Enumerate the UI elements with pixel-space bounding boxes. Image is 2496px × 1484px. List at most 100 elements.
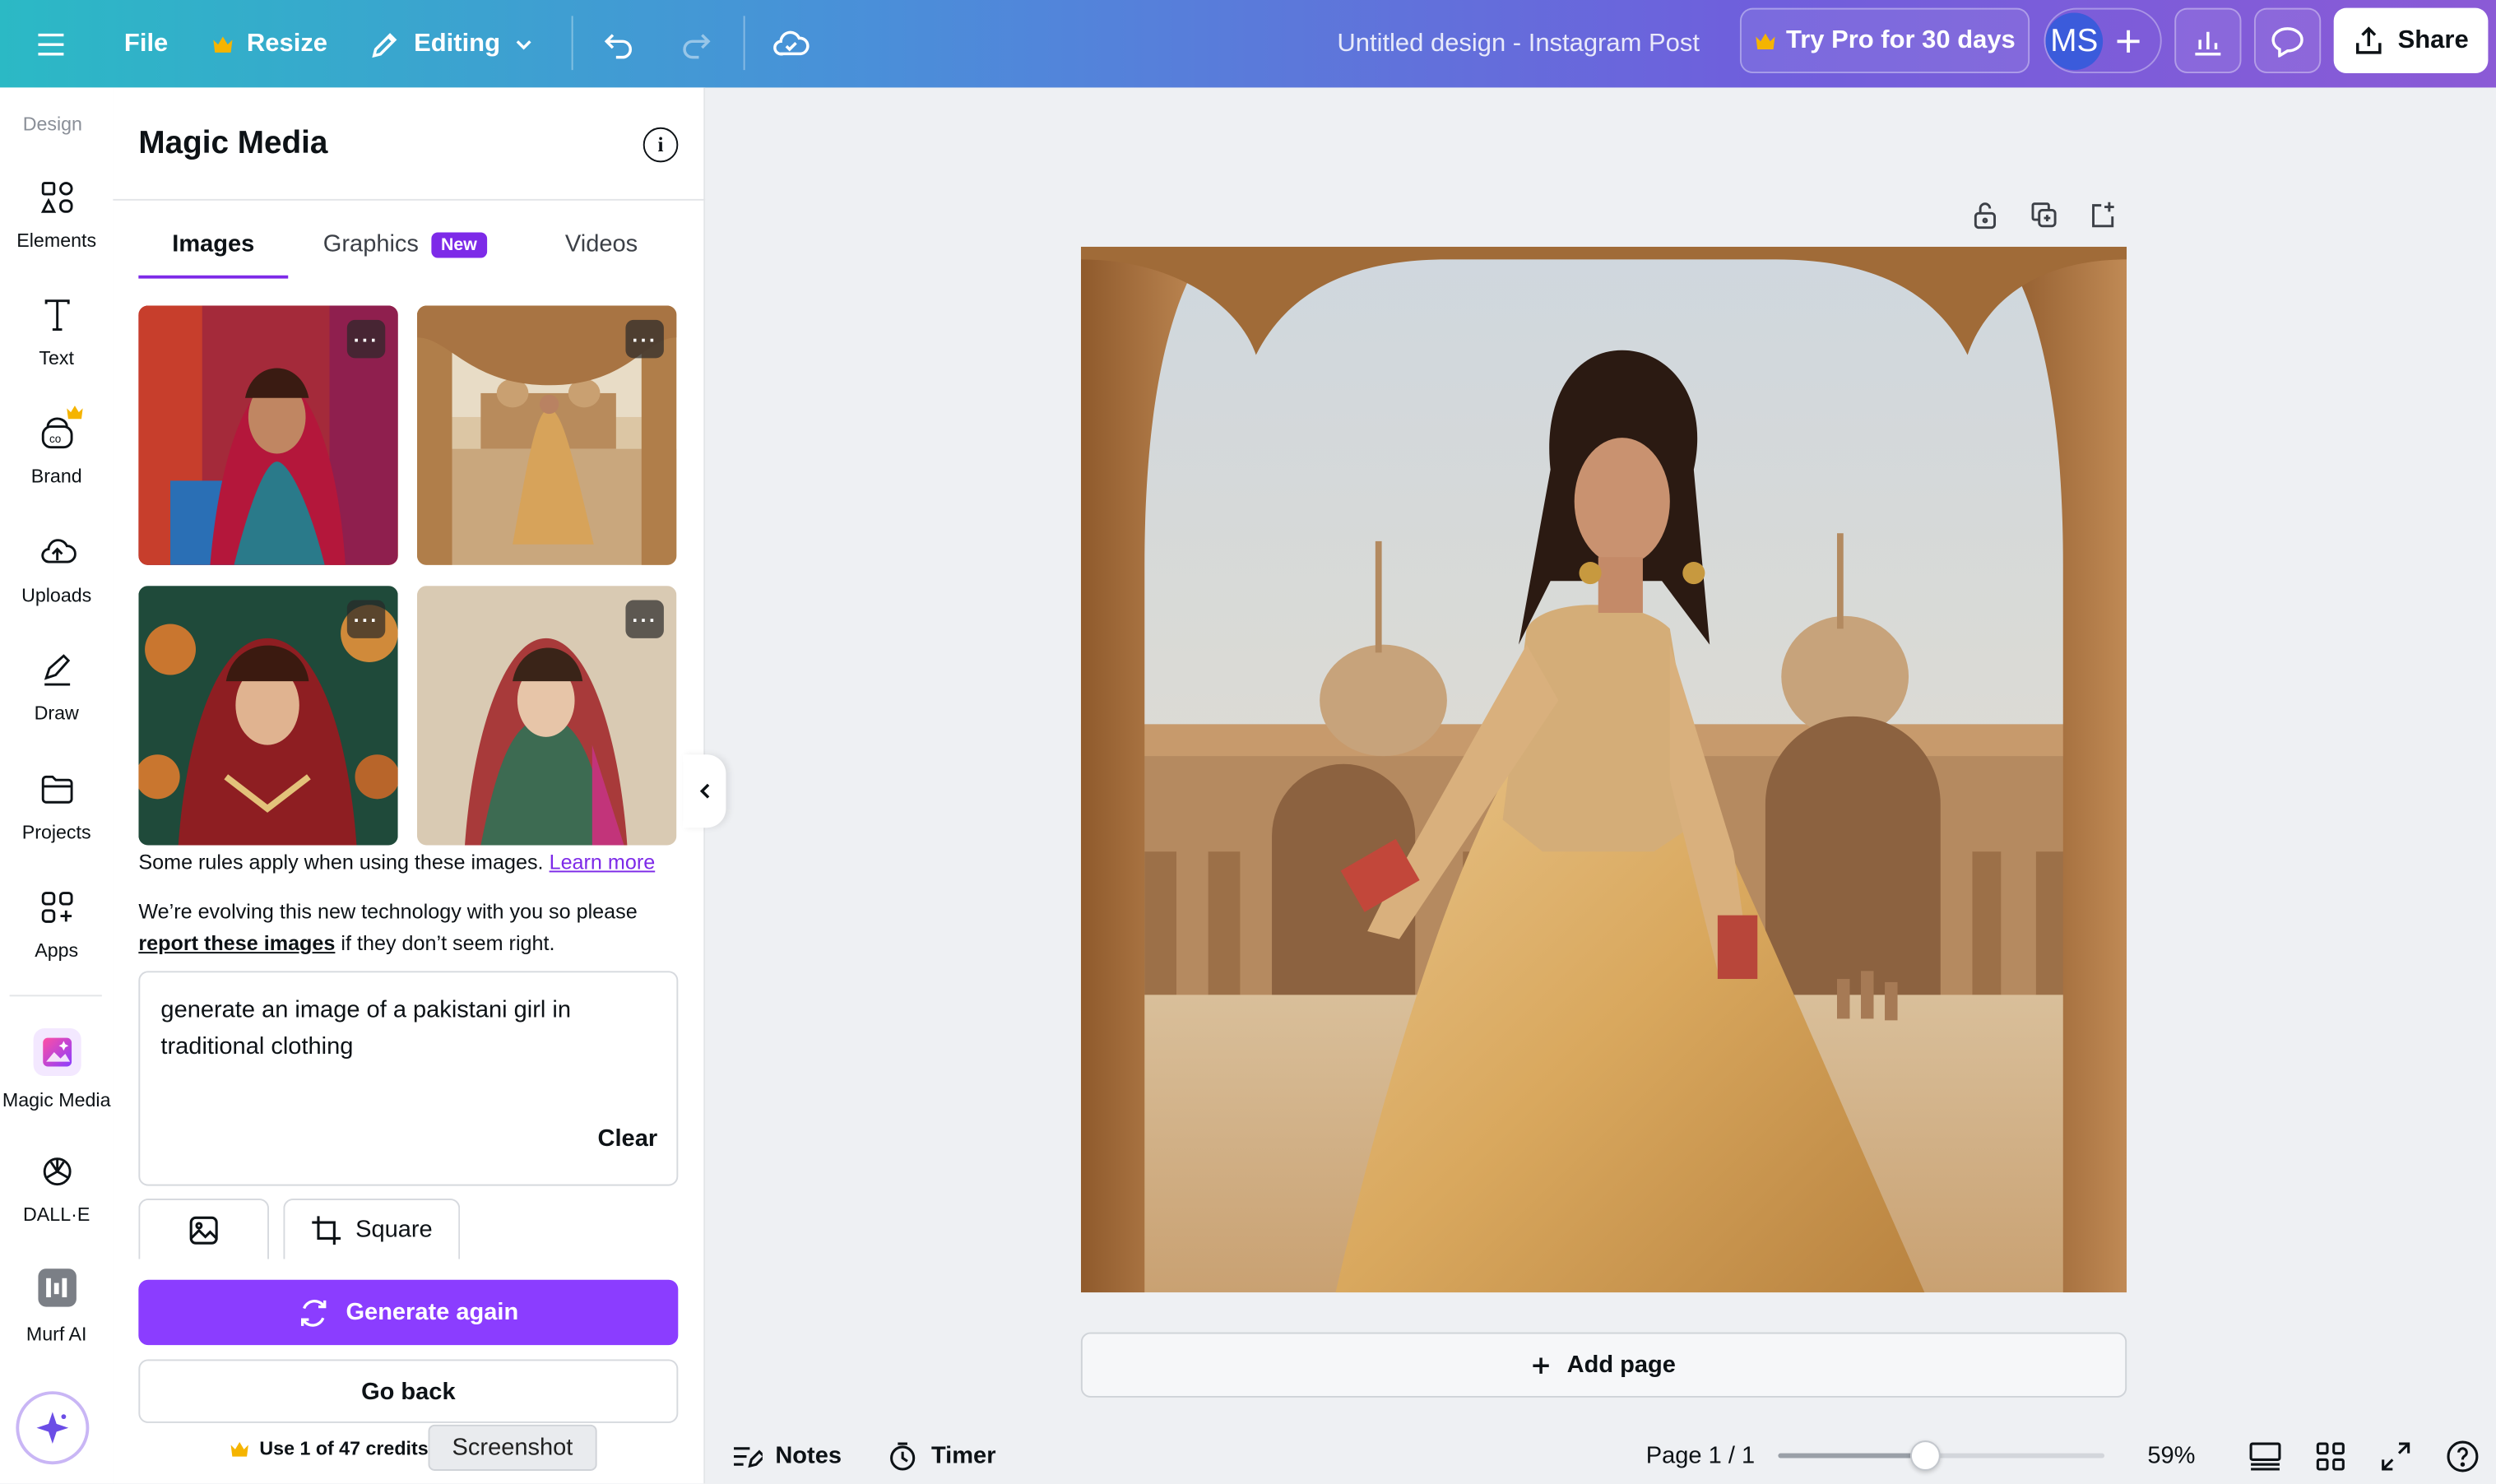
- sidebar-item-label: Projects: [21, 821, 91, 844]
- magic-assistant-button[interactable]: [16, 1391, 90, 1465]
- add-page-button[interactable]: Add page: [1080, 1332, 2127, 1398]
- crop-icon: [312, 1215, 341, 1245]
- crown-icon: [230, 1440, 248, 1456]
- zoom-slider-fill: [1778, 1453, 1925, 1458]
- help-button[interactable]: [2445, 1428, 2480, 1484]
- file-menu[interactable]: File: [124, 0, 168, 87]
- sidebar-item-draw[interactable]: Draw: [0, 651, 113, 724]
- panel-title: Magic Media: [138, 125, 328, 161]
- more-options-button[interactable]: ···: [346, 600, 386, 638]
- tab-images[interactable]: Images: [138, 231, 288, 258]
- sidebar-item-apps[interactable]: Apps: [0, 888, 113, 962]
- chevron-left-icon: [698, 783, 709, 799]
- active-tab-indicator: [138, 275, 289, 279]
- tab-videos[interactable]: Videos: [565, 231, 638, 258]
- info-icon[interactable]: i: [643, 127, 679, 163]
- add-page-icon-button[interactable]: [2089, 201, 2118, 230]
- sidebar-item-magic-media[interactable]: Magic Media: [0, 1028, 113, 1111]
- collapse-panel-button[interactable]: [683, 754, 726, 828]
- zoom-label: 59%: [2147, 1442, 2196, 1470]
- share-button[interactable]: Share: [2333, 7, 2489, 74]
- page-indicator[interactable]: Page 1 / 1: [1646, 1428, 1755, 1484]
- sidebar-item-label: DALL·E: [23, 1203, 90, 1226]
- generate-label: Generate again: [346, 1298, 519, 1326]
- try-pro-label: Try Pro for 30 days: [1786, 26, 2016, 53]
- avatar[interactable]: MS: [2045, 12, 2104, 71]
- insights-button[interactable]: [2174, 7, 2242, 74]
- rules-text: Some rules apply when using these images…: [138, 850, 544, 874]
- redo-button[interactable]: [678, 0, 713, 87]
- editing-label: Editing: [414, 29, 501, 57]
- sidebar-item-label: Elements: [16, 229, 97, 252]
- fullscreen-button[interactable]: [2380, 1428, 2412, 1484]
- crown-icon: [213, 35, 233, 52]
- panel-divider: [113, 198, 706, 201]
- try-pro-button[interactable]: Try Pro for 30 days: [1739, 7, 2030, 74]
- expand-icon: [2382, 1441, 2410, 1470]
- timer-label: Timer: [930, 1442, 996, 1470]
- lock-button[interactable]: [1971, 201, 2000, 230]
- tooltip-text: Screenshot: [452, 1434, 573, 1462]
- generated-image-2[interactable]: ···: [416, 305, 677, 565]
- invite-button[interactable]: [2109, 22, 2147, 60]
- generated-image-3[interactable]: ···: [138, 586, 398, 846]
- rules-notice: Some rules apply when using these images…: [138, 850, 655, 874]
- sidebar-item-dalle[interactable]: DALL·E: [0, 1152, 113, 1226]
- undo-button[interactable]: [601, 0, 637, 87]
- comments-button[interactable]: [2253, 7, 2322, 74]
- sidebar-item-projects[interactable]: Projects: [0, 771, 113, 844]
- sidebar-item-elements[interactable]: Elements: [0, 179, 113, 252]
- notes-button[interactable]: Notes: [731, 1428, 842, 1484]
- elements-icon: [39, 182, 72, 213]
- tab-graphics[interactable]: Graphics New: [323, 231, 487, 257]
- plus-icon: [2117, 30, 2140, 53]
- timer-button[interactable]: Timer: [887, 1428, 996, 1484]
- folder-icon: [40, 775, 72, 804]
- more-options-button[interactable]: ···: [346, 319, 386, 359]
- generate-again-button[interactable]: Generate again: [138, 1279, 679, 1346]
- learn-more-link[interactable]: Learn more: [550, 850, 656, 874]
- grid-icon: [2316, 1441, 2345, 1470]
- zoom-level[interactable]: 59%: [2147, 1428, 2195, 1484]
- prompt-textarea[interactable]: generate an image of a pakistani girl in…: [138, 971, 679, 1186]
- editing-dropdown[interactable]: Editing: [369, 0, 536, 87]
- more-options-button[interactable]: ···: [625, 319, 664, 359]
- pen-icon: [43, 654, 70, 686]
- generated-image-1[interactable]: ···: [138, 305, 398, 565]
- document-title[interactable]: Untitled design - Instagram Post: [1337, 0, 1700, 87]
- report-images-link[interactable]: report these images: [138, 931, 335, 955]
- zoom-slider-thumb[interactable]: [1910, 1440, 1942, 1471]
- document-title-text: Untitled design - Instagram Post: [1337, 29, 1700, 57]
- generated-image-4[interactable]: ···: [416, 586, 677, 846]
- resize-button[interactable]: Resize: [211, 0, 327, 87]
- more-options-button[interactable]: ···: [625, 600, 664, 638]
- design-tab[interactable]: Design: [0, 113, 105, 135]
- file-label: File: [123, 29, 169, 57]
- clear-button[interactable]: Clear: [598, 1125, 658, 1152]
- sidebar-item-murf-ai[interactable]: Murf AI: [0, 1268, 113, 1345]
- text-icon: [44, 299, 69, 331]
- pencil-icon: [372, 32, 397, 58]
- credits-indicator: Use 1 of 47 credits.: [230, 1437, 434, 1459]
- design-label: Design: [22, 113, 82, 136]
- sidebar-item-label: Murf AI: [26, 1322, 87, 1346]
- aspect-ratio-button[interactable]: Square: [283, 1199, 461, 1259]
- go-back-button[interactable]: Go back: [138, 1359, 679, 1423]
- sidebar-item-brand[interactable]: co Brand: [0, 406, 113, 487]
- main-menu-button[interactable]: [35, 0, 67, 87]
- notes-icon: [734, 1446, 763, 1468]
- page-view-button[interactable]: [2248, 1428, 2283, 1484]
- evolving-text: We’re evolving this new technology with …: [138, 899, 638, 924]
- image-reference-button[interactable]: [138, 1199, 270, 1259]
- new-badge: New: [431, 231, 487, 257]
- page-label: Page 1 / 1: [1645, 1442, 1756, 1470]
- cloud-save-status[interactable]: [772, 0, 810, 87]
- zoom-slider[interactable]: [1778, 1440, 2105, 1471]
- sidebar-item-text[interactable]: Text: [0, 296, 113, 369]
- sidebar-item-uploads[interactable]: Uploads: [0, 533, 113, 606]
- grid-view-button[interactable]: [2314, 1428, 2346, 1484]
- duplicate-icon: [2031, 202, 2057, 228]
- image-icon: [189, 1215, 218, 1244]
- design-canvas[interactable]: [1080, 246, 2127, 1293]
- duplicate-page-button[interactable]: [2030, 201, 2058, 230]
